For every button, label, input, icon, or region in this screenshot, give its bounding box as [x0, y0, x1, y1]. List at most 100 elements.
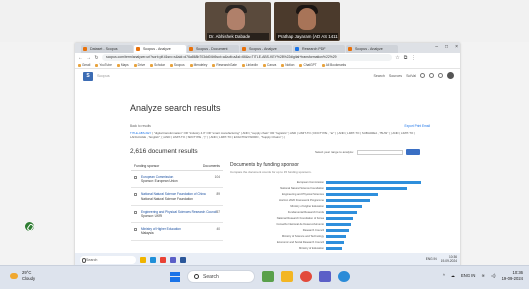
file-explorer-icon[interactable]	[281, 271, 293, 282]
forward-arrow-icon[interactable]: →	[86, 55, 91, 61]
chart-bar-row[interactable]: National Natural Science Foundation	[230, 186, 435, 191]
bookmark-item[interactable]: Notion	[281, 63, 294, 67]
browser-tab[interactable]: Scopus - Analyze	[240, 45, 292, 53]
bookmark-item[interactable]: YouTube	[95, 63, 112, 67]
back-arrow-icon[interactable]: ←	[78, 55, 83, 61]
browser-tab[interactable]: Scopus - Analyze	[134, 45, 186, 53]
word-icon[interactable]	[180, 257, 186, 263]
language-indicator[interactable]: ENG IN	[461, 273, 475, 278]
bookmark-item[interactable]: Scholar	[150, 63, 165, 67]
export-links[interactable]: Export Print Email	[404, 124, 430, 128]
chart-bar-row[interactable]: Ministry of Science and Technology	[230, 234, 435, 239]
participant-video-tile[interactable]: Dr. Abhishek Dabade	[205, 2, 271, 41]
clock[interactable]: 10:36 19-09-2024	[502, 270, 523, 281]
weather-widget[interactable]: 29°C Cloudy	[10, 270, 35, 281]
bookmark-item[interactable]: Scopus	[170, 63, 185, 67]
cloud-icon[interactable]: ☁	[451, 273, 455, 278]
browser-tab[interactable]: Scopus - Analyze	[346, 45, 398, 53]
chrome-icon[interactable]	[300, 271, 312, 282]
checkbox[interactable]	[134, 176, 137, 179]
chart-bar[interactable]	[326, 211, 357, 214]
bookmark-item[interactable]: Gmail	[78, 63, 90, 67]
bookmark-item[interactable]: ChatGPT	[299, 63, 316, 67]
wifi-icon[interactable]: ≋	[481, 273, 485, 278]
chart-bar[interactable]	[326, 187, 407, 190]
chart-bar-row[interactable]: Conselho Nacional de Desenvolvimento	[230, 222, 435, 227]
reload-icon[interactable]: ↻	[94, 55, 99, 61]
chart-bar[interactable]	[326, 229, 349, 232]
notifications-icon[interactable]	[429, 73, 434, 78]
chart-bar[interactable]	[326, 181, 421, 184]
list-item[interactable]: National Natural Science Foundation of C…	[131, 188, 223, 206]
browser-tab[interactable]: Scopus - Document	[187, 45, 239, 53]
chrome-icon[interactable]	[160, 257, 166, 263]
list-item[interactable]: European Commission Sponsor: European Un…	[131, 171, 223, 189]
back-to-results-link[interactable]: Back to results	[130, 124, 151, 128]
chevron-up-icon[interactable]: ^	[443, 273, 445, 278]
chart-bar-row[interactable]: Economic and Social Research Council	[230, 240, 435, 245]
edge-icon[interactable]	[338, 271, 350, 282]
browser-tab[interactable]: Dataset - Scopus	[81, 45, 133, 53]
institution-icon[interactable]	[438, 73, 443, 78]
participant-video-tile[interactable]: Prathap Jayaram (AD AS 14117)	[274, 2, 340, 41]
bookmark-item[interactable]: ResearchGate	[212, 63, 237, 67]
extensions-icon[interactable]: ⧉	[403, 55, 408, 61]
volume-icon[interactable]: ◁)	[491, 273, 496, 278]
list-item[interactable]: Ministry of Higher Education Malaysia 40	[131, 223, 223, 241]
url-input[interactable]: scopus.com/term/analyzer.uri?sort=plf-f&…	[102, 54, 392, 61]
bookmark-item[interactable]: Maps	[117, 63, 129, 67]
chart-bar[interactable]	[326, 247, 343, 250]
chart-bar[interactable]	[326, 223, 352, 226]
checkbox[interactable]	[134, 210, 137, 214]
start-icon[interactable]	[170, 271, 180, 282]
paperclip-icon[interactable]	[25, 222, 34, 231]
minimize-icon[interactable]: –	[435, 44, 438, 50]
header-link[interactable]: Search	[374, 74, 385, 78]
file-explorer-icon[interactable]	[140, 257, 146, 263]
help-icon[interactable]	[420, 73, 425, 78]
chart-bar-row[interactable]: Ministry of Education	[230, 246, 435, 251]
menu-dots-icon[interactable]: ⋮	[411, 55, 416, 61]
chart-category-label: National Research Foundation of Korea	[276, 217, 324, 220]
chart-bar-row[interactable]: Fundamental Research Funds	[230, 210, 435, 215]
checkbox[interactable]	[134, 228, 137, 232]
analyze-button[interactable]	[405, 149, 420, 155]
chart-bar-row[interactable]: Ministry of Higher Education	[230, 204, 435, 209]
browser-tab[interactable]: Research PDF	[293, 45, 345, 53]
chart-bar[interactable]	[326, 217, 354, 220]
chart-bar[interactable]	[326, 199, 370, 202]
chart-bar-row[interactable]: Engineering and Physical Sciences	[230, 192, 435, 197]
star-icon[interactable]: ☆	[395, 55, 400, 61]
bookmark-item[interactable]: All Bookmarks	[322, 63, 346, 67]
header-link[interactable]: Sources	[389, 74, 402, 78]
bookmark-item[interactable]: Mendeley	[190, 63, 208, 67]
participant-name: Dr. Abhishek Dabade	[207, 33, 269, 40]
chart-bar-row[interactable]: Horizon 2020 Framework Programme	[230, 198, 435, 203]
bookmark-item[interactable]: Canva	[263, 63, 276, 67]
scopus-logo[interactable]: S	[83, 71, 93, 81]
list-item[interactable]: Engineering and Physical Sciences Resear…	[131, 206, 223, 224]
maximize-icon[interactable]: □	[445, 44, 448, 50]
chart-bar-row[interactable]: National Research Foundation of Korea	[230, 216, 435, 221]
search-input[interactable]: Search	[80, 256, 136, 264]
year-range-input[interactable]	[356, 149, 403, 155]
chart-bar-row[interactable]: European Commission	[230, 180, 435, 185]
taskbar-search[interactable]: Search	[187, 270, 255, 283]
chart-bar-row[interactable]: Research Council	[230, 228, 435, 233]
chart-bar[interactable]	[326, 193, 378, 196]
checkbox[interactable]	[134, 193, 137, 197]
chart-bar[interactable]	[326, 241, 345, 244]
bookmark-item[interactable]: LinkedIn	[242, 63, 258, 67]
avatar[interactable]	[447, 72, 454, 79]
header-link[interactable]: SciVal	[406, 74, 416, 78]
tab-favicon-icon	[189, 47, 193, 51]
results-subbar: Back to results Export Print Email	[130, 124, 430, 130]
chart-bar[interactable]	[326, 205, 363, 208]
chart-bar[interactable]	[326, 235, 346, 238]
close-icon[interactable]: ×	[455, 44, 458, 50]
bookmark-item[interactable]: Drive	[134, 63, 145, 67]
teams-icon[interactable]	[170, 257, 176, 263]
teams-icon[interactable]	[319, 271, 331, 282]
widgets-icon[interactable]	[262, 271, 274, 282]
edge-icon[interactable]	[150, 257, 156, 263]
